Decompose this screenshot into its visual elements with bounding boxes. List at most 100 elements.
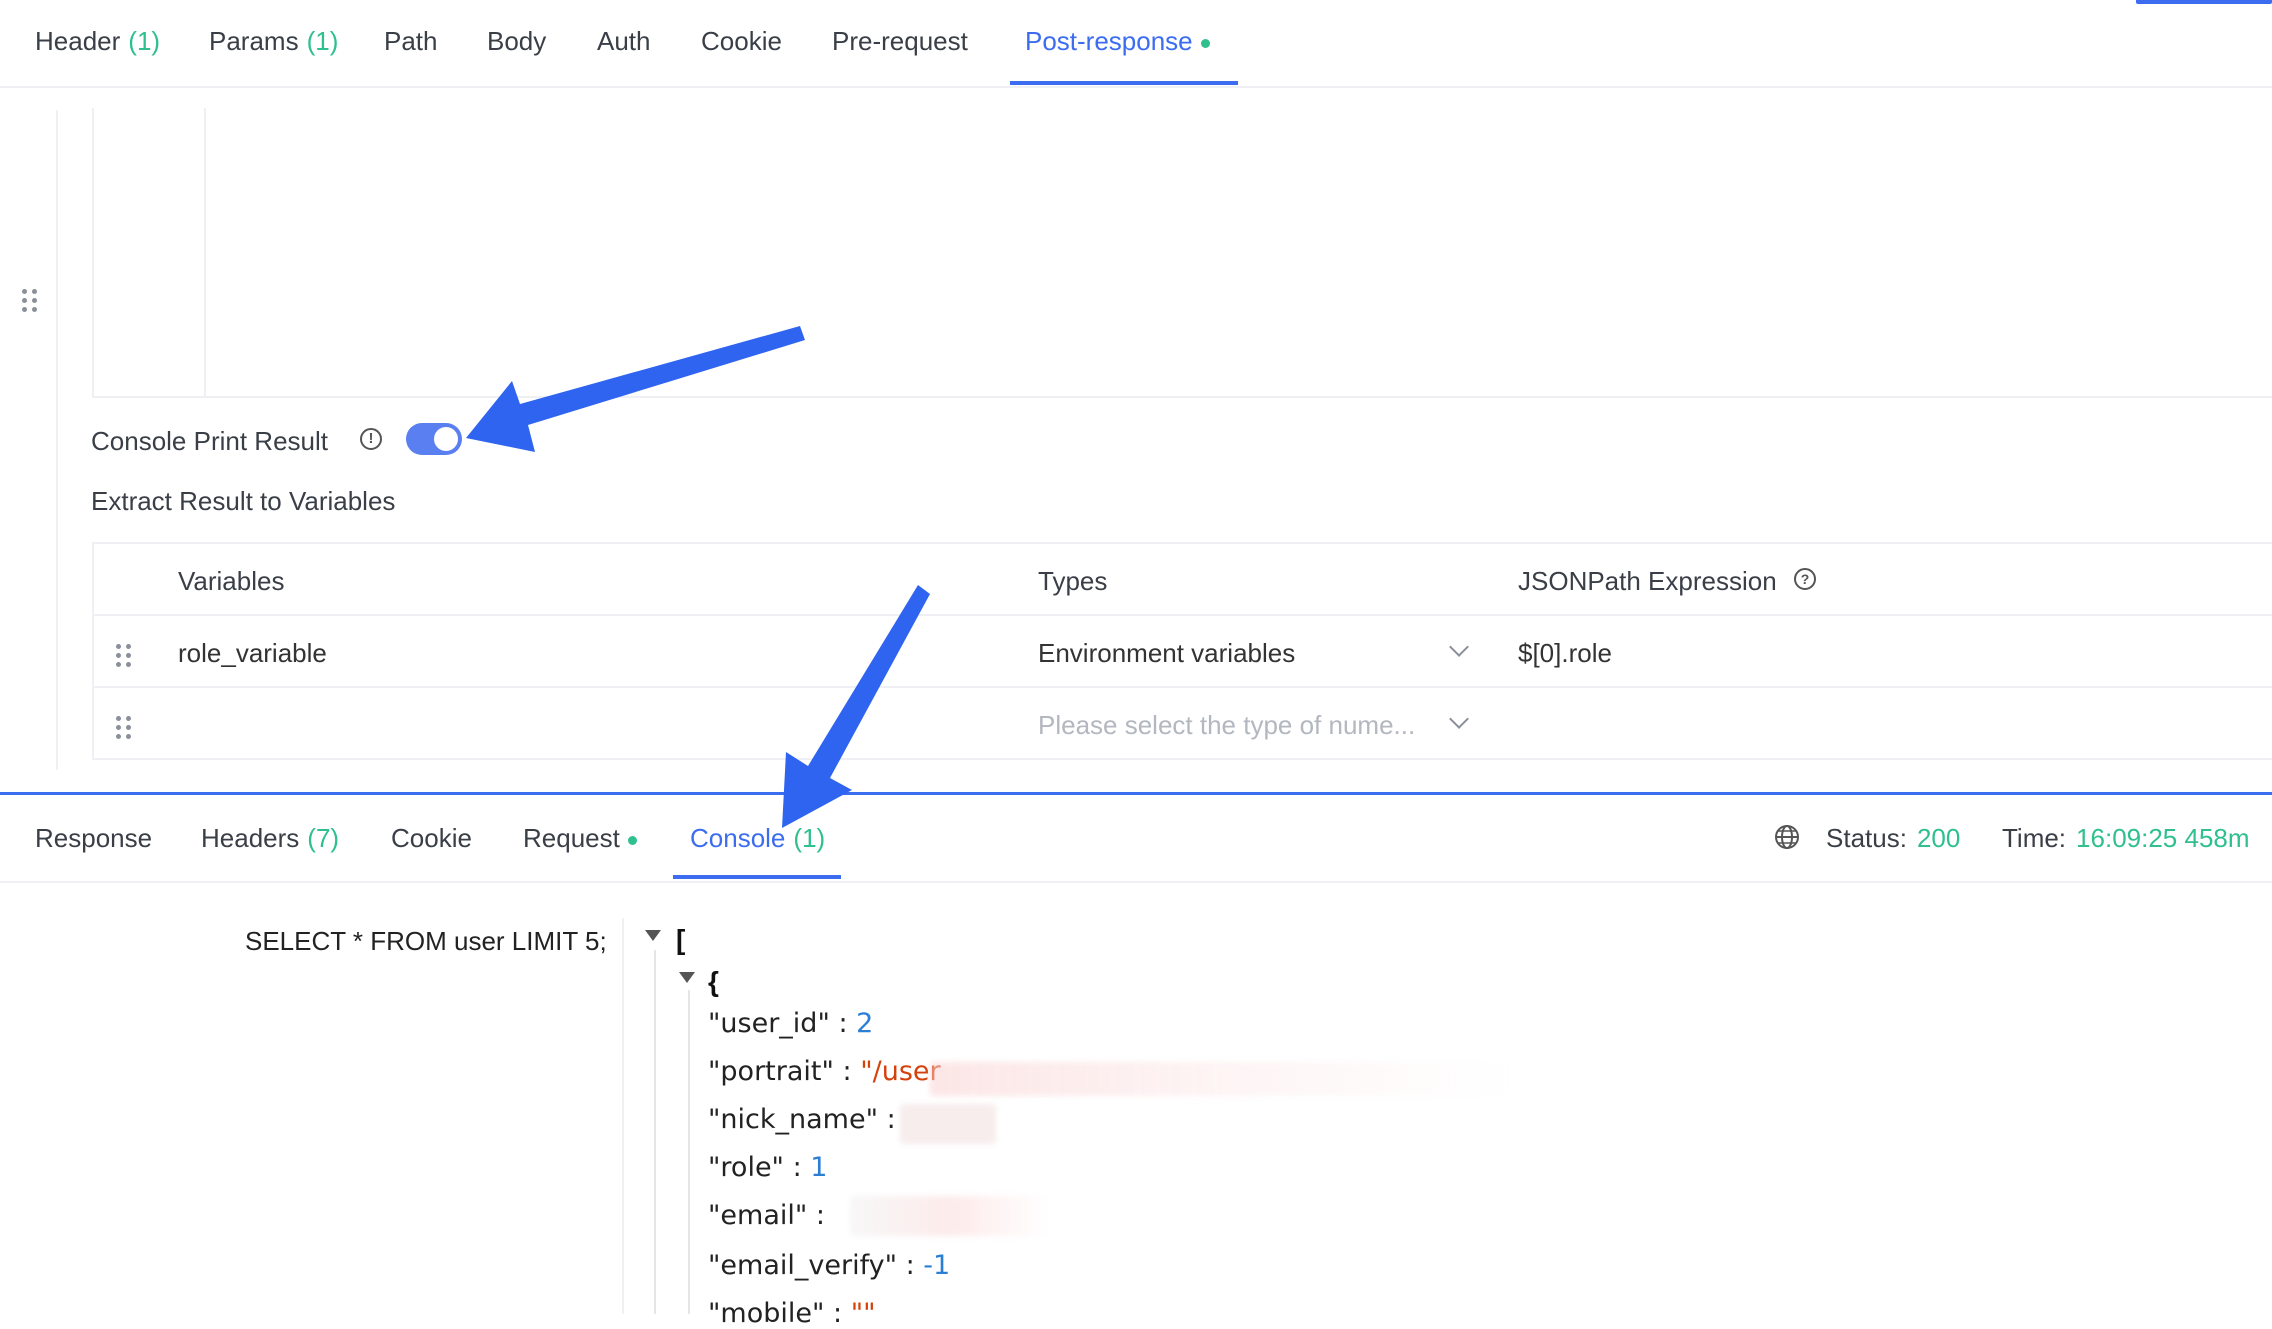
globe-icon[interactable] [1774, 824, 1800, 850]
row-drag-handle-icon[interactable] [116, 716, 131, 739]
time-label: Time: [2002, 823, 2067, 853]
json-key: "role" [708, 1152, 784, 1183]
tab-label: Params [209, 26, 299, 56]
tab-label: Console [690, 823, 786, 853]
active-tab-underline [673, 875, 841, 879]
type-select[interactable]: Environment variables [1038, 638, 1295, 669]
json-value: 2 [856, 1008, 874, 1039]
tab-console[interactable]: Console (1) [690, 823, 825, 854]
json-key: "email" [708, 1200, 808, 1231]
toggle-knob [434, 427, 458, 451]
console-print-label: Console Print Result [91, 426, 328, 456]
top-right-indicator [2136, 0, 2272, 4]
tab-auth[interactable]: Auth [597, 26, 651, 57]
object-open-brace: { [708, 966, 719, 997]
console-separator [622, 918, 624, 1314]
tab-request[interactable]: Request [523, 823, 637, 854]
tab-params[interactable]: Params (1) [209, 26, 338, 57]
active-tab-underline [1010, 81, 1238, 85]
modified-dot [627, 835, 637, 845]
json-value: "/user [860, 1056, 941, 1087]
row-divider [94, 614, 2272, 616]
tab-label: Post-response [1025, 26, 1193, 56]
time-indicator: Time: 16:09:25 458m [2002, 823, 2250, 854]
console-print-toggle[interactable] [406, 423, 462, 455]
json-sep: : [897, 1250, 924, 1281]
status-label: Status: [1826, 823, 1907, 853]
tab-cookie[interactable]: Cookie [701, 26, 782, 57]
tree-guide [654, 950, 656, 1314]
redacted-value [900, 1104, 996, 1144]
tab-label: Path [384, 26, 438, 56]
tab-count: (7) [307, 823, 340, 853]
json-field: "user_id" : 2 [708, 1008, 873, 1039]
array-open-bracket: [ [676, 924, 686, 955]
panel-drag-handle-icon[interactable] [22, 289, 37, 312]
collapse-array-icon[interactable] [645, 930, 661, 941]
variables-table: Variables Types JSONPath Expression ? ro… [92, 542, 2272, 760]
tab-post-response[interactable]: Post-response [1025, 26, 1210, 57]
script-editor[interactable] [92, 108, 2272, 398]
request-tabs: Header (1) Params (1) Path Body Auth Cooki… [0, 0, 2272, 88]
chevron-down-icon[interactable] [1449, 637, 1469, 657]
console-sql-statement: SELECT * FROM user LIMIT 5; [245, 926, 607, 956]
json-field: "role" : 1 [708, 1152, 827, 1183]
editor-gutter [204, 108, 206, 396]
tab-label: Auth [597, 26, 651, 56]
tab-path[interactable]: Path [384, 26, 438, 57]
column-header-jsonpath: JSONPath Expression [1518, 566, 1777, 596]
json-sep: : [783, 1152, 811, 1183]
json-value: -1 [923, 1250, 951, 1281]
tab-label: Header [35, 26, 121, 56]
json-field: "nick_name" : [708, 1104, 896, 1135]
json-sep: : [878, 1104, 896, 1135]
jsonpath-cell[interactable]: $[0].role [1518, 638, 1612, 669]
tab-count: (1) [306, 26, 339, 56]
column-header-types: Types [1038, 566, 1108, 596]
json-sep: : [829, 1008, 857, 1039]
tab-label: Request [523, 823, 620, 853]
tree-guide [688, 990, 690, 1314]
help-icon[interactable]: ? [1794, 568, 1816, 590]
tab-count: (1) [128, 26, 161, 56]
json-key: "nick_name" [708, 1104, 879, 1135]
time-value: 16:09:25 458m [2076, 823, 2250, 853]
tab-label: Body [487, 26, 547, 56]
tab-count: (1) [793, 823, 826, 853]
redacted-value [930, 1062, 1510, 1096]
row-drag-handle-icon[interactable] [116, 644, 131, 667]
redacted-value [850, 1196, 1050, 1236]
tab-body[interactable]: Body [487, 26, 546, 57]
status-indicator: Status: 200 [1826, 823, 1960, 854]
json-field: "email_verify" : -1 [708, 1250, 950, 1281]
tab-label: Cookie [701, 26, 782, 56]
status-value: 200 [1916, 823, 1961, 853]
json-key: "user_id" [708, 1008, 830, 1039]
json-key: "email_verify" [708, 1250, 897, 1281]
tab-headers[interactable]: Headers (7) [201, 823, 339, 854]
column-header-variables: Variables [178, 566, 285, 596]
response-tabs: Response Headers (7) Cookie Request Conso… [0, 795, 2272, 883]
left-rail [56, 110, 58, 770]
tab-response[interactable]: Response [35, 823, 152, 854]
collapse-object-icon[interactable] [679, 972, 695, 983]
type-select-placeholder[interactable]: Please select the type of nume... [1038, 710, 1415, 741]
variable-name-cell[interactable]: role_variable [178, 638, 327, 669]
tab-label: Pre-request [832, 26, 968, 56]
json-value: 1 [810, 1152, 828, 1183]
tab-label: Cookie [391, 823, 472, 853]
json-sep: : [807, 1200, 825, 1231]
row-divider [94, 686, 2272, 688]
tab-pre-request[interactable]: Pre-request [832, 26, 968, 57]
json-field: "email" : [708, 1200, 825, 1231]
modified-dot [1200, 38, 1210, 48]
chevron-down-icon[interactable] [1449, 709, 1469, 729]
json-key: "portrait" [708, 1056, 834, 1087]
json-field: "portrait" : "/user [708, 1056, 941, 1087]
tab-header[interactable]: Header (1) [35, 26, 160, 57]
info-icon[interactable]: ! [360, 428, 382, 450]
tab-response-cookie[interactable]: Cookie [391, 823, 472, 854]
extract-label: Extract Result to Variables [91, 486, 396, 516]
tab-label: Response [35, 823, 153, 853]
tab-label: Headers [201, 823, 300, 853]
